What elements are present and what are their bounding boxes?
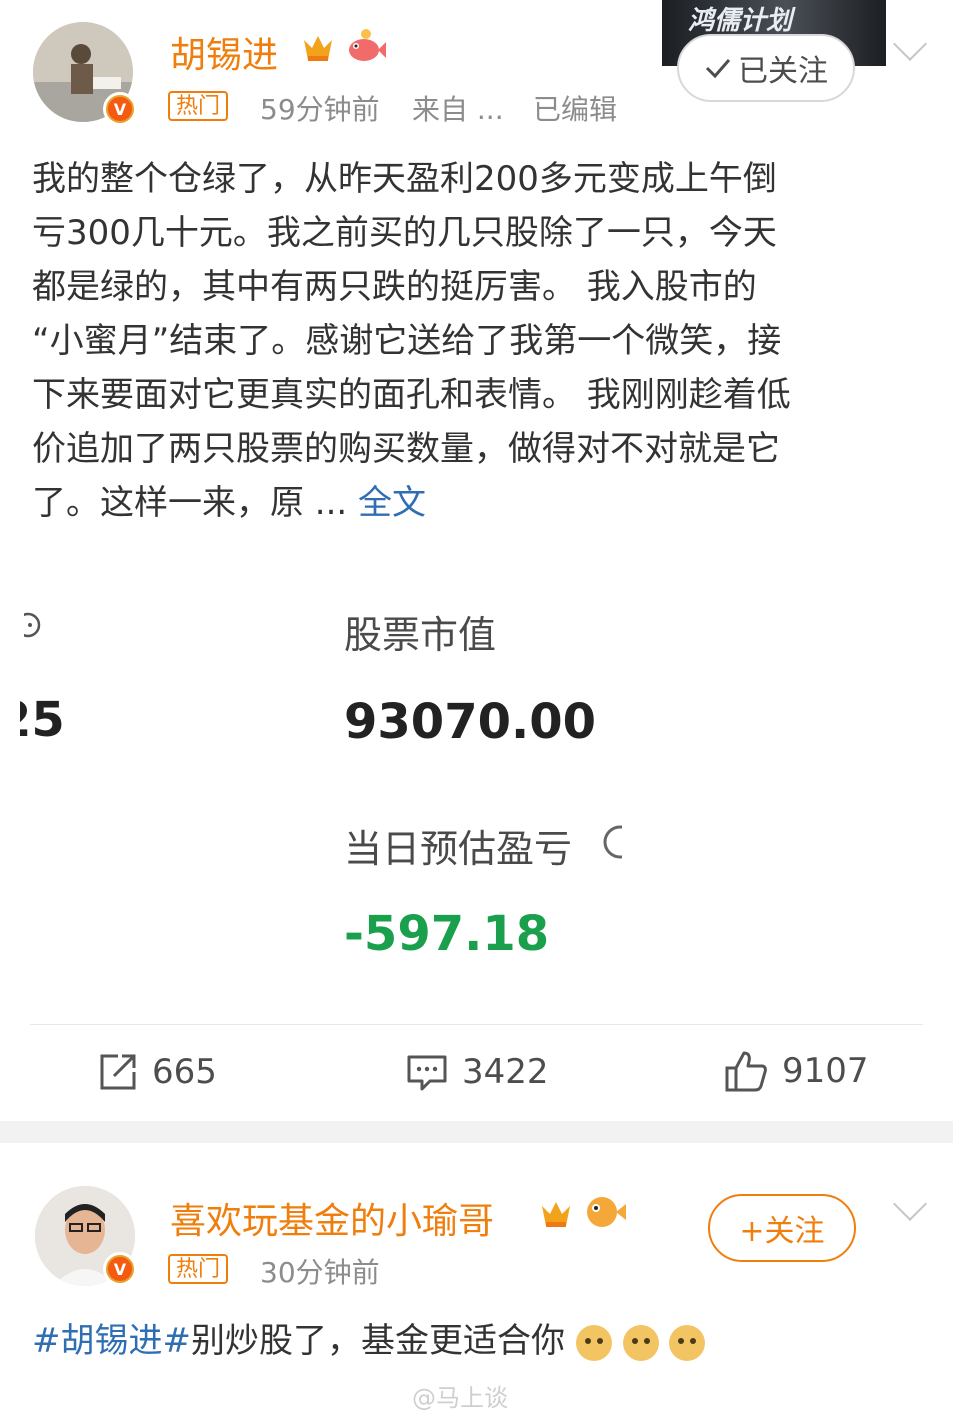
pufferfish-icon (587, 1197, 626, 1227)
author-name[interactable]: 胡锡进 (170, 26, 278, 78)
post-body-line: 了。这样一来，原 ... 全文 (32, 476, 791, 530)
post-body: 我的整个仓绿了，从昨天盈利200多元变成上午倒 亏300几十元。我之前买的几只股… (32, 152, 791, 530)
post-body-line: 亏300几十元。我之前买的几只股除了一只，今天 (32, 213, 777, 253)
market-value-label: 股票市值 (344, 613, 497, 657)
daily-pl-label: 当日预估盈亏 (344, 827, 573, 871)
member-crown-icon (304, 36, 332, 61)
verified-badge-icon: V (103, 92, 137, 126)
partial-value: 25 (20, 692, 65, 748)
hot-tag: 热门 (168, 91, 229, 121)
post-body-last-line: 了。这样一来，原 ... (32, 483, 348, 523)
doge-emoji-icon (575, 1324, 612, 1361)
repost-button[interactable]: 665 (98, 1052, 217, 1092)
comment-count: 3422 (462, 1052, 549, 1092)
comment-icon (407, 1055, 447, 1091)
hashtag-link[interactable]: #胡锡进# (32, 1321, 191, 1361)
repost-count: 665 (152, 1052, 217, 1092)
full-text-link[interactable]: 全文 (358, 483, 426, 523)
chevron-down-icon[interactable] (893, 27, 927, 61)
verified-badge-icon: V (103, 1252, 137, 1286)
koi-fish-icon (349, 29, 386, 61)
post-body-line: 下来要面对它更真实的面孔和表情。 我刚刚趁着低 (32, 375, 791, 415)
post2-text: 别炒股了，基金更适合你 (190, 1321, 565, 1361)
check-icon (705, 59, 731, 79)
followed-label: 已关注 (738, 54, 828, 89)
daily-pl-value: -597.18 (344, 906, 550, 962)
post2-body: #胡锡进#别炒股了，基金更适合你 (32, 1314, 706, 1368)
followed-button[interactable]: 已关注 (677, 34, 855, 102)
hot-tag: 热门 (168, 1254, 229, 1284)
post-time: 59分钟前 (260, 93, 380, 126)
author-name[interactable]: 喜欢玩基金的小瑜哥 (170, 1192, 494, 1244)
member-crown-icon (542, 1202, 570, 1227)
share-icon (100, 1054, 136, 1090)
comment-button[interactable]: 3422 (406, 1052, 549, 1092)
post-body-line: 价追加了两只股票的购买数量，做得对不对就是它 (32, 429, 780, 469)
chevron-down-icon[interactable] (893, 1187, 927, 1221)
post-separator (0, 1121, 953, 1143)
post-image[interactable]: 25 股票市值 93070.00 当日预估盈亏 -597.18 (0, 560, 953, 1010)
thumbs-up-icon (725, 1051, 767, 1092)
post-body-line: “小蜜月”结束了。感谢它送给了我第一个微笑，接 (32, 321, 782, 361)
doge-emoji-icon (622, 1324, 659, 1361)
partial-info-icon (24, 612, 41, 638)
post-time: 30分钟前 (260, 1256, 380, 1289)
post-body-line: 都是绿的，其中有两只跌的挺厉害。 我入股市的 (32, 267, 757, 307)
doge-emoji-icon (669, 1324, 706, 1361)
post-body-line: 我的整个仓绿了，从昨天盈利200多元变成上午倒 (32, 159, 777, 199)
partial-info-icon (603, 825, 622, 859)
market-value: 93070.00 (344, 694, 597, 750)
like-button[interactable]: 9107 (724, 1050, 869, 1092)
divider (30, 1024, 923, 1025)
like-count: 9107 (782, 1051, 869, 1091)
edited-label[interactable]: 已编辑 (533, 88, 617, 128)
watermark: @马上谈 (412, 1384, 508, 1412)
post-source[interactable]: 来自 ... (412, 88, 504, 128)
follow-button[interactable]: +关注 (708, 1194, 856, 1262)
